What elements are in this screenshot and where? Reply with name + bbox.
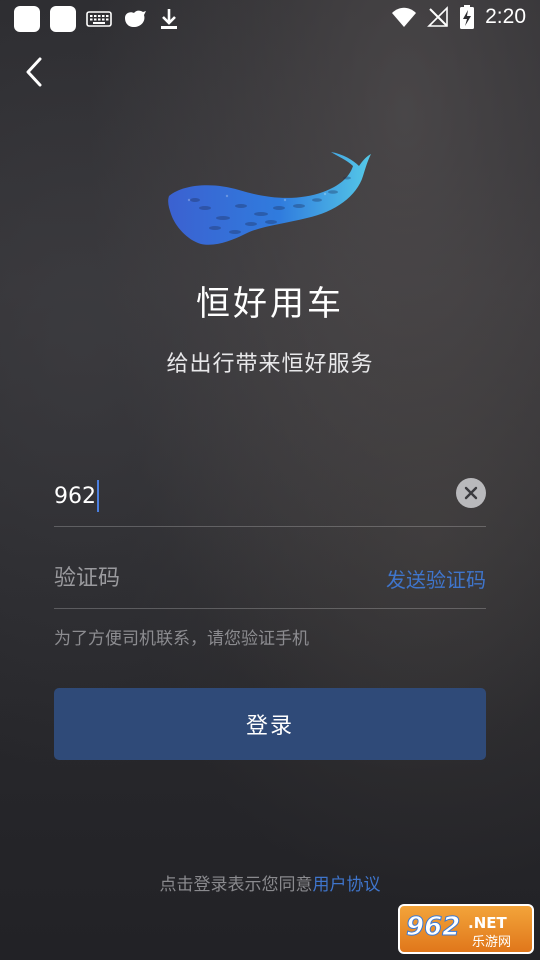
clear-button[interactable]	[456, 478, 486, 508]
clear-circle-icon	[464, 486, 478, 500]
keyboard-icon	[86, 11, 112, 27]
watermark-subtitle: 乐游网	[472, 935, 511, 950]
phone-field[interactable]: 962	[54, 470, 486, 527]
phone-input[interactable]: 962	[54, 478, 99, 514]
no-signal-icon	[427, 6, 448, 27]
app-slogan: 给出行带来恒好服务	[166, 352, 374, 377]
user-agreement-link[interactable]: 用户协议	[313, 875, 381, 895]
app-square-icon	[14, 6, 40, 32]
watermark-suffix: .NET	[468, 914, 507, 932]
battery-charging-icon	[460, 5, 475, 29]
send-code-button[interactable]: 发送验证码	[386, 564, 486, 593]
phone-value: 962	[54, 483, 96, 509]
wifi-icon	[392, 7, 417, 27]
download-icon	[161, 9, 177, 29]
text-caret	[97, 480, 99, 512]
verification-field: 发送验证码	[54, 552, 486, 609]
status-bar: 2:20	[0, 0, 540, 36]
login-button[interactable]: 登录	[54, 688, 486, 760]
status-bar-right: 2:20	[391, 4, 526, 30]
agreement-prefix: 点击登录表示您同意	[159, 875, 313, 895]
site-watermark-logo: 962 .NET 乐游网	[398, 904, 534, 954]
back-button[interactable]	[18, 54, 54, 90]
status-bar-left	[14, 6, 180, 32]
app-square-icon	[50, 6, 76, 32]
whale-fish-logo	[168, 152, 371, 245]
agreement-text: 点击登录表示您同意用户协议	[0, 870, 540, 895]
bird-icon	[125, 10, 146, 27]
app-title: 恒好用车	[196, 284, 344, 324]
verification-code-input[interactable]	[54, 560, 354, 596]
verification-hint: 为了方便司机联系，请您验证手机	[54, 629, 309, 649]
watermark-number: 962	[406, 912, 460, 942]
status-time: 2:20	[485, 5, 526, 28]
back-chevron-icon	[26, 57, 42, 87]
